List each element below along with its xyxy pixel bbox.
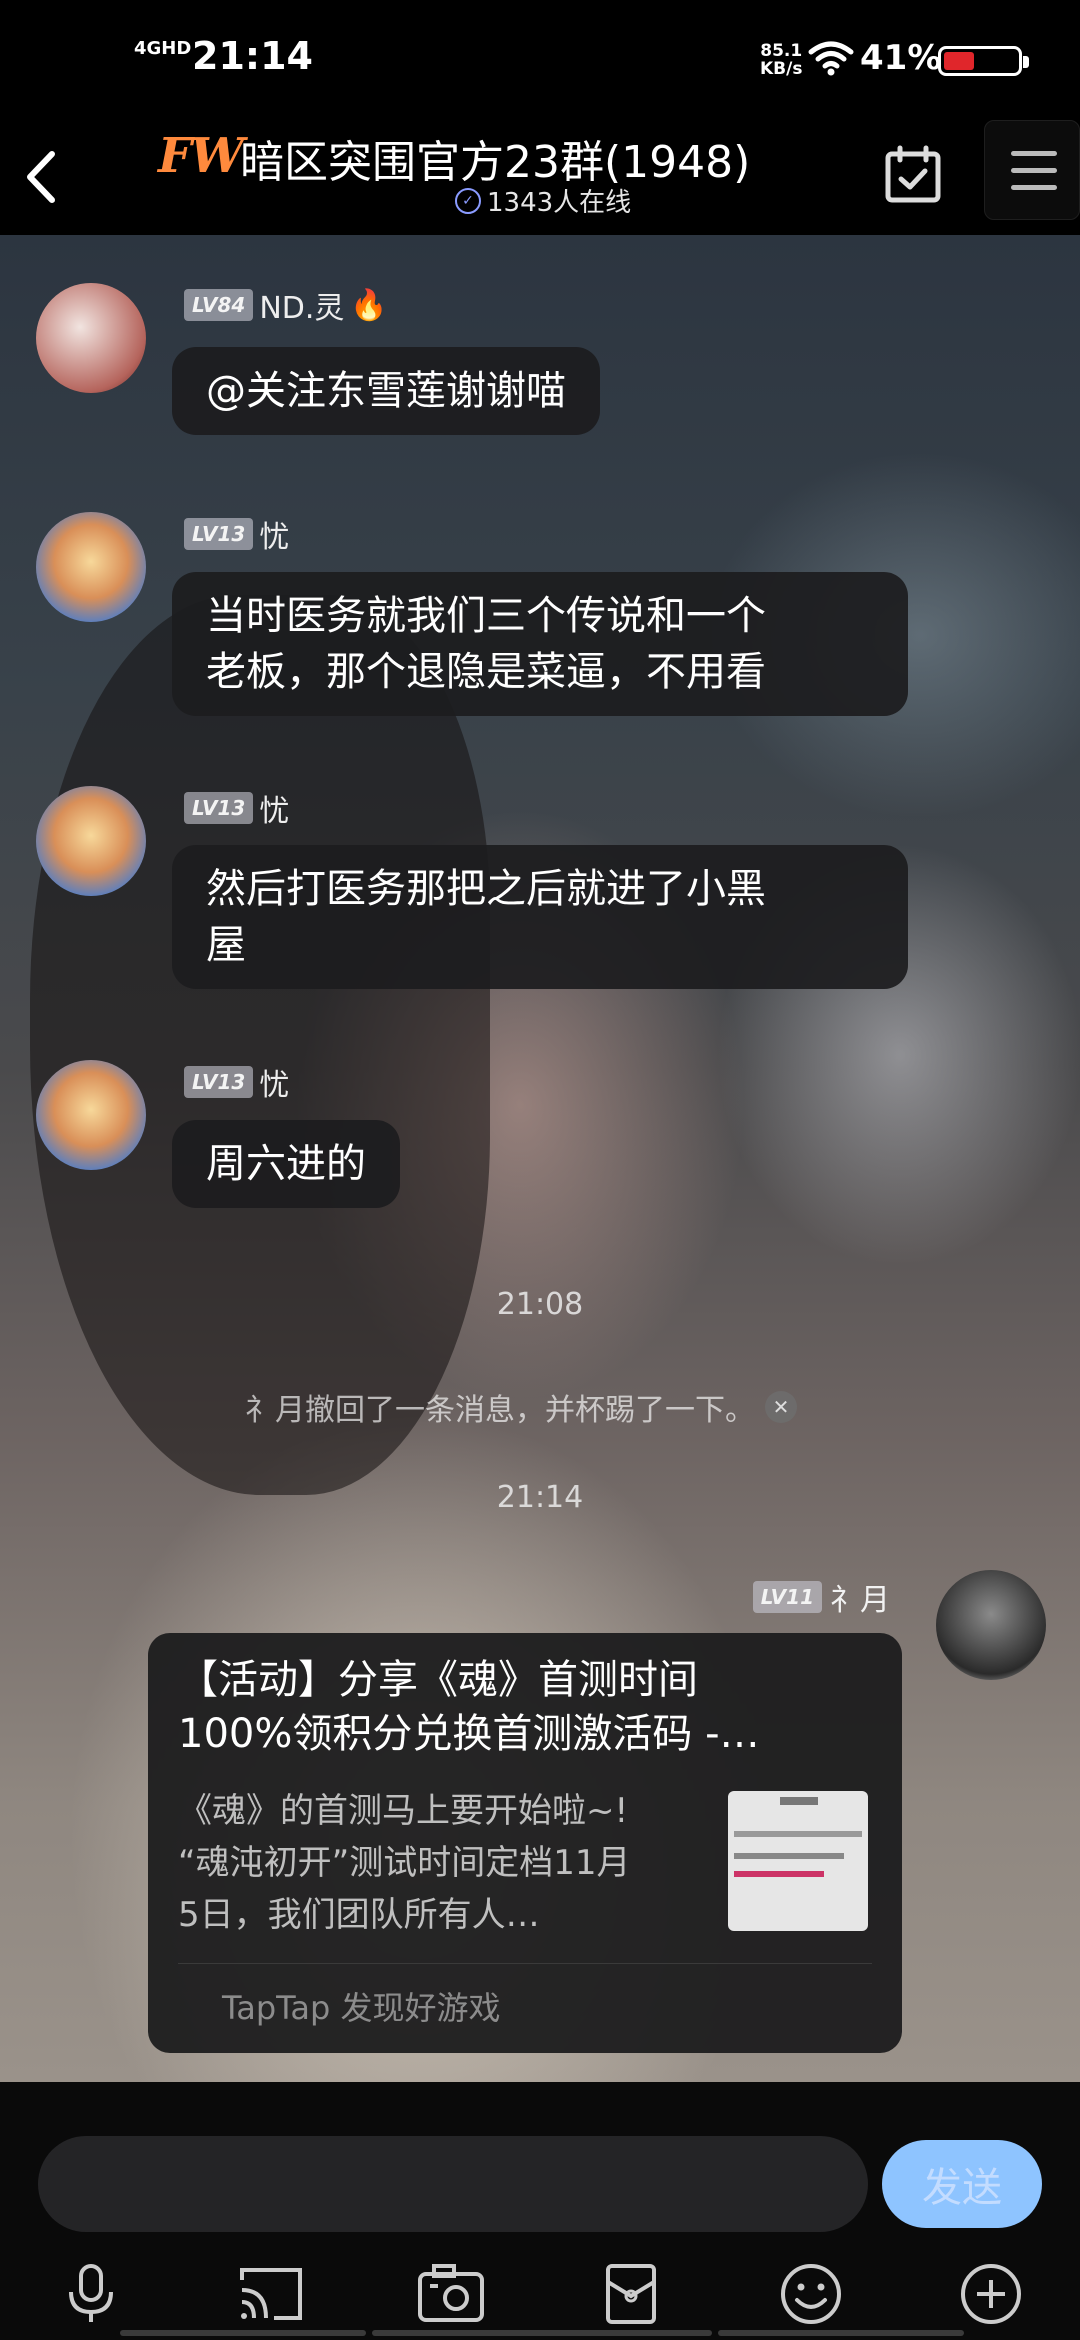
card-source: TapTap 发现好游戏 bbox=[222, 1989, 501, 2027]
photo-icon[interactable] bbox=[416, 2262, 486, 2326]
sender-name[interactable]: 忧 bbox=[259, 786, 289, 830]
timestamp: 21:14 bbox=[496, 1480, 584, 1515]
network-speed: 85.1 KB/s bbox=[760, 41, 803, 79]
avatar[interactable] bbox=[36, 1060, 146, 1170]
recall-notice: 礻月撤回了一条消息，并杯踢了一下。 ✕ bbox=[245, 1385, 797, 1429]
sender-name[interactable]: 忧 bbox=[259, 1060, 289, 1104]
message-text: 当时医务就我们三个传说和一个 bbox=[206, 593, 766, 639]
message-text: 然后打医务那把之后就进了小黑 bbox=[206, 866, 766, 912]
divider bbox=[178, 1963, 872, 1964]
redpacket-icon[interactable] bbox=[596, 2262, 666, 2326]
send-button[interactable]: 发送 bbox=[882, 2140, 1042, 2228]
online-count: ✓ 1343人在线 bbox=[455, 182, 631, 219]
plus-icon[interactable] bbox=[956, 2262, 1026, 2326]
timestamp: 21:08 bbox=[496, 1287, 584, 1322]
message-text: 老板，那个退隐是菜逼，不用看 bbox=[206, 649, 766, 695]
message-sender: LV13 忧 bbox=[184, 1060, 289, 1104]
message-sender: LV84 ND.灵 🔥 bbox=[184, 283, 388, 327]
level-badge: LV13 bbox=[184, 518, 254, 550]
network-indicator: 4GHD bbox=[134, 38, 192, 59]
message-sender: LV13 忧 bbox=[184, 786, 289, 830]
card-title: 【活动】分享《魂》首测时间 100%领积分兑换首测激活码 -… bbox=[178, 1657, 760, 1757]
message-input[interactable] bbox=[38, 2136, 868, 2232]
sender-name[interactable]: 礻月 bbox=[830, 1575, 890, 1619]
level-badge: LV13 bbox=[184, 792, 254, 824]
online-count-label: 1343人在线 bbox=[487, 188, 632, 218]
message-text: 屋 bbox=[206, 922, 246, 968]
chat-header: FW 暗区突围官方23群(1948) ✓ 1343人在线 bbox=[0, 120, 1080, 235]
battery-icon bbox=[938, 46, 1029, 76]
status-time: 21:14 bbox=[192, 34, 313, 78]
message-bubble[interactable]: 周六进的 bbox=[172, 1120, 400, 1208]
message-sender: LV11 礻月 bbox=[752, 1575, 890, 1619]
menu-icon[interactable] bbox=[984, 120, 1080, 220]
emoji-icon[interactable] bbox=[776, 2262, 846, 2326]
status-bar: 4GHD 21:14 85.1 KB/s 41% bbox=[0, 0, 1080, 120]
group-title[interactable]: 暗区突围官方23群(1948) bbox=[240, 126, 750, 190]
level-badge: LV13 bbox=[184, 1066, 254, 1098]
back-icon[interactable] bbox=[12, 140, 72, 210]
fire-icon: 🔥 bbox=[350, 287, 388, 323]
level-badge: LV84 bbox=[184, 289, 254, 321]
background-photo bbox=[30, 595, 490, 1495]
level-badge: LV11 bbox=[752, 1581, 822, 1613]
chat-area[interactable]: LV84 ND.灵 🔥 @关注东雪莲谢谢喵 LV13 忧 当时医务就我们三个传说… bbox=[0, 235, 1080, 2082]
battery-percent: 41% bbox=[860, 38, 942, 78]
recall-text: 礻月撤回了一条消息，并杯踢了一下。 bbox=[245, 1393, 755, 1428]
close-icon[interactable]: ✕ bbox=[765, 1391, 797, 1423]
message-bubble[interactable]: 当时医务就我们三个传说和一个 老板，那个退隐是菜逼，不用看 bbox=[172, 572, 908, 716]
avatar[interactable] bbox=[36, 512, 146, 622]
wifi-icon bbox=[808, 41, 854, 76]
input-bar: 发送 bbox=[0, 2082, 1080, 2340]
message-text: 周六进的 bbox=[206, 1141, 366, 1187]
message-bubble[interactable]: @关注东雪莲谢谢喵 bbox=[172, 347, 600, 435]
group-logo: FW bbox=[158, 128, 244, 184]
message-text: @关注东雪莲谢谢喵 bbox=[206, 368, 566, 414]
avatar[interactable] bbox=[36, 786, 146, 896]
check-circle-icon: ✓ bbox=[455, 187, 481, 214]
mic-icon[interactable] bbox=[56, 2262, 126, 2326]
message-sender: LV13 忧 bbox=[184, 512, 289, 556]
scroll-indicator bbox=[718, 2330, 964, 2336]
cast-icon[interactable] bbox=[236, 2262, 306, 2326]
card-thumbnail bbox=[728, 1791, 868, 1931]
calendar-check-icon[interactable] bbox=[880, 142, 946, 208]
share-card[interactable]: 【活动】分享《魂》首测时间 100%领积分兑换首测激活码 -… 《魂》的首测马上… bbox=[148, 1633, 902, 2053]
sender-name[interactable]: 忧 bbox=[259, 512, 289, 556]
card-description: 《魂》的首测马上要开始啦~! “魂沌初开”测试时间定档11月 5日，我们团队所有… bbox=[178, 1791, 631, 1935]
scroll-indicator bbox=[372, 2330, 712, 2336]
avatar[interactable] bbox=[36, 283, 146, 393]
scroll-indicator bbox=[120, 2330, 366, 2336]
sender-name[interactable]: ND.灵 bbox=[259, 283, 344, 327]
message-bubble[interactable]: 然后打医务那把之后就进了小黑 屋 bbox=[172, 845, 908, 989]
avatar[interactable] bbox=[936, 1570, 1046, 1680]
